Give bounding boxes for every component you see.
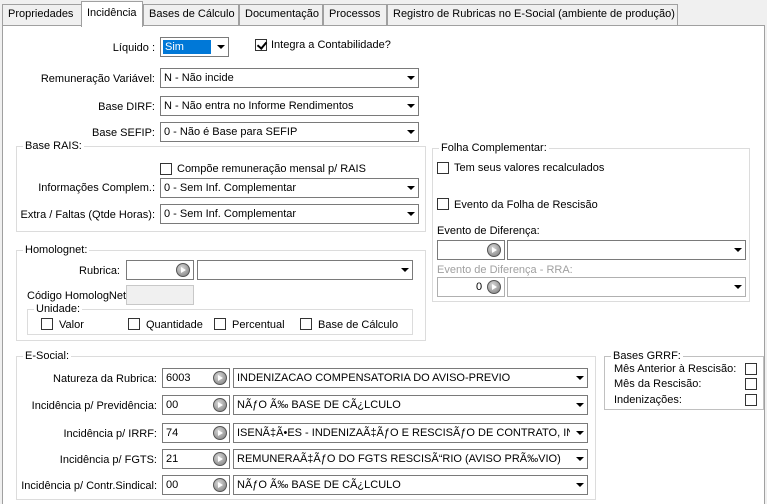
esocial-title: E-Social:	[25, 350, 70, 362]
base-sefip-value: 0 - Não é Base para SEFIP	[164, 126, 298, 138]
chevron-down-icon[interactable]	[401, 205, 418, 223]
unidade-base-calculo-label: Base de Cálculo	[318, 319, 399, 331]
folha-complementar-title: Folha Complementar:	[441, 142, 547, 154]
remuneracao-variavel-select[interactable]: N - Não incide	[160, 68, 419, 88]
evento-diferenca-rra-value: 0	[476, 281, 483, 293]
homolognet-title: Homolognet:	[25, 244, 88, 256]
integra-contabilidade-checkbox[interactable]	[255, 39, 267, 51]
compoe-remuneracao-checkbox[interactable]	[160, 163, 172, 175]
natureza-rubrica-label: Natureza da Rubrica:	[53, 373, 157, 385]
lookup-icon[interactable]	[213, 452, 227, 466]
incidencia-contr-sindical-label: Incidência p/ Contr.Sindical:	[21, 480, 157, 492]
base-dirf-select[interactable]: N - Não entra no Informe Rendimentos	[160, 96, 419, 116]
natureza-rubrica-code: 6003	[166, 372, 191, 384]
incidencia-fgts-label: Incidência p/ FGTS:	[59, 454, 157, 466]
unidade-percentual-label: Percentual	[232, 319, 285, 331]
evento-rescisao-label: Evento da Folha de Rescisão	[454, 199, 598, 211]
evento-diferenca-label: Evento de Diferença:	[437, 225, 540, 237]
incidencia-irrf-select[interactable]: ISENÃ‡Ã•ES - INDENIZAÃ‡ÃƒO E RESCISÃƒO D…	[233, 423, 588, 443]
incidencia-contr-sindical-desc: NÃƒO Ã‰ BASE DE CÃ¿LCULO	[237, 479, 401, 491]
lookup-icon[interactable]	[213, 478, 227, 492]
unidade-valor-checkbox[interactable]	[41, 318, 53, 330]
liquido-select[interactable]: Sim	[160, 37, 229, 57]
lookup-icon[interactable]	[176, 263, 190, 277]
mes-anterior-checkbox[interactable]	[745, 363, 757, 375]
chevron-down-icon[interactable]	[395, 261, 412, 279]
codigo-homolognet-label: Código HomologNet	[27, 290, 127, 302]
extra-faltas-value: 0 - Sem Inf. Complementar	[164, 208, 297, 220]
rubrica-select[interactable]	[197, 260, 413, 280]
informacoes-complem-select[interactable]: 0 - Sem Inf. Complementar	[160, 178, 419, 198]
chevron-down-icon[interactable]	[211, 38, 228, 56]
base-sefip-label: Base SEFIP:	[92, 127, 155, 139]
incidencia-fgts-desc: REMUNERAÃ‡ÃƒO DO FGTS RESCISÃ“RIO (AVISO…	[237, 453, 561, 465]
unidade-quantidade-checkbox[interactable]	[128, 318, 140, 330]
incidencia-contr-sindical-code: 00	[166, 479, 179, 491]
lookup-icon[interactable]	[213, 371, 227, 385]
incidencia-irrf-label: Incidência p/ IRRF:	[63, 428, 157, 440]
chevron-down-icon[interactable]	[570, 450, 587, 468]
base-dirf-label: Base DIRF:	[98, 101, 155, 113]
natureza-rubrica-desc: INDENIZACAO COMPENSATORIA DO AVISO-PREVI…	[237, 372, 511, 384]
informacoes-complem-label: Informações Complem.:	[38, 182, 155, 194]
unidade-valor-label: Valor	[59, 319, 84, 331]
evento-rescisao-checkbox[interactable]	[437, 198, 449, 210]
chevron-down-icon[interactable]	[570, 424, 587, 442]
bases-grrf-title: Bases GRRF:	[613, 350, 681, 362]
incidencia-fgts-code: 21	[166, 453, 179, 465]
chevron-down-icon[interactable]	[728, 241, 745, 259]
incidencia-previdencia-code: 00	[166, 399, 179, 411]
incidencia-previdencia-desc: NÃƒO Ã‰ BASE DE CÃ¿LCULO	[237, 399, 401, 411]
incidencia-fgts-select[interactable]: REMUNERAÃ‡ÃƒO DO FGTS RESCISÃ“RIO (AVISO…	[233, 449, 588, 469]
incidencia-previdencia-label: Incidência p/ Previdência:	[31, 400, 157, 412]
evento-diferenca-rra-label: Evento de Diferença - RRA:	[437, 264, 573, 276]
informacoes-complem-value: 0 - Sem Inf. Complementar	[164, 182, 297, 194]
base-dirf-value: N - Não entra no Informe Rendimentos	[164, 100, 354, 112]
extra-faltas-select[interactable]: 0 - Sem Inf. Complementar	[160, 204, 419, 224]
codigo-homolognet-input[interactable]	[126, 285, 194, 305]
natureza-rubrica-select[interactable]: INDENIZACAO COMPENSATORIA DO AVISO-PREVI…	[233, 368, 588, 388]
remuneracao-variavel-label: Remuneração Variável:	[40, 73, 155, 85]
mes-rescisao-label: Mês da Rescisão:	[614, 378, 702, 390]
mes-anterior-label: Mês Anterior à Rescisão:	[614, 363, 737, 375]
recalculados-label: Tem seus valores recalculados	[454, 162, 605, 174]
chevron-down-icon[interactable]	[401, 179, 418, 197]
evento-diferenca-select[interactable]	[507, 240, 746, 260]
mes-rescisao-checkbox[interactable]	[745, 378, 757, 390]
unidade-percentual-checkbox[interactable]	[214, 318, 226, 330]
chevron-down-icon[interactable]	[401, 97, 418, 115]
chevron-down-icon[interactable]	[401, 69, 418, 87]
lookup-icon[interactable]	[213, 426, 227, 440]
lookup-icon[interactable]	[487, 280, 501, 294]
incidencia-previdencia-select[interactable]: NÃƒO Ã‰ BASE DE CÃ¿LCULO	[233, 395, 588, 415]
incidencia-contr-sindical-select[interactable]: NÃƒO Ã‰ BASE DE CÃ¿LCULO	[233, 475, 588, 495]
recalculados-checkbox[interactable]	[437, 162, 449, 174]
liquido-label: Líquido :	[112, 42, 155, 54]
form-content: Líquido : Sim Integra a Contabilidade? R…	[0, 0, 767, 504]
extra-faltas-label: Extra / Faltas (Qtde Horas):	[20, 209, 155, 221]
unidade-base-calculo-checkbox[interactable]	[300, 318, 312, 330]
compoe-remuneracao-label: Compõe remuneração mensal p/ RAIS	[177, 163, 366, 175]
incidencia-irrf-code: 74	[166, 427, 179, 439]
base-rais-title: Base RAIS:	[25, 140, 82, 152]
chevron-down-icon[interactable]	[570, 369, 587, 387]
chevron-down-icon[interactable]	[401, 123, 418, 141]
indenizacoes-checkbox[interactable]	[745, 394, 757, 406]
chevron-down-icon[interactable]	[570, 476, 587, 494]
lookup-icon[interactable]	[487, 243, 501, 257]
chevron-down-icon[interactable]	[570, 396, 587, 414]
unidade-title: Unidade:	[36, 303, 81, 315]
remuneracao-variavel-value: N - Não incide	[164, 72, 234, 84]
evento-diferenca-rra-select[interactable]	[507, 277, 746, 297]
unidade-quantidade-label: Quantidade	[146, 319, 203, 331]
integra-contabilidade-label: Integra a Contabilidade?	[271, 39, 391, 51]
chevron-down-icon[interactable]	[728, 278, 745, 296]
lookup-icon[interactable]	[213, 398, 227, 412]
indenizacoes-label: Indenizações:	[614, 394, 682, 406]
base-sefip-select[interactable]: 0 - Não é Base para SEFIP	[160, 122, 419, 142]
incidencia-irrf-desc: ISENÃ‡Ã•ES - INDENIZAÃ‡ÃƒO E RESCISÃƒO D…	[237, 427, 588, 439]
rubrica-label: Rubrica:	[79, 265, 120, 277]
